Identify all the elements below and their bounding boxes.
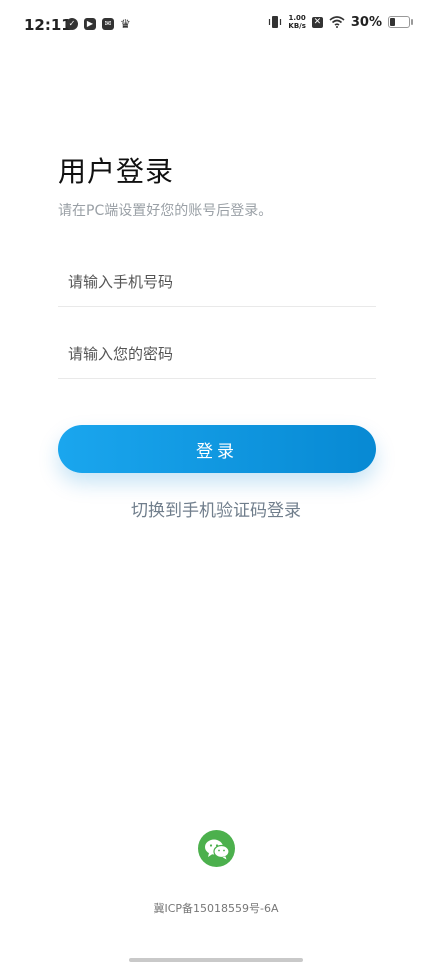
- battery-percent: 30%: [350, 14, 382, 30]
- crown-notification-icon: ♛: [120, 17, 131, 31]
- network-speed-unit: KB/s: [288, 22, 306, 30]
- wechat-icon: [204, 839, 230, 859]
- mail-notification-icon: ✉: [102, 18, 114, 30]
- home-indicator[interactable]: [129, 958, 303, 962]
- status-right: 1.00 KB/s ✕ 30%: [268, 14, 413, 30]
- network-speed-value: 1.00: [288, 14, 306, 22]
- network-speed: 1.00 KB/s: [288, 14, 305, 30]
- password-field: [58, 330, 376, 379]
- play-notification-icon: ▶: [84, 18, 96, 30]
- page-subtitle: 请在PC端设置好您的账号后登录。: [58, 203, 273, 219]
- password-input[interactable]: [58, 330, 376, 378]
- battery-fill: [390, 18, 396, 26]
- status-time: 12:11: [24, 16, 72, 34]
- status-bar: 12:11 ✓ ▶ ✉ ♛ 1.00 KB/s ✕ 30%: [0, 0, 432, 52]
- page-title: 用户登录: [58, 155, 175, 188]
- wifi-icon: [329, 16, 345, 28]
- wechat-login-button[interactable]: [198, 830, 235, 867]
- switch-to-sms-login-link[interactable]: 切换到手机验证码登录: [0, 496, 432, 521]
- login-button[interactable]: 登录: [58, 425, 376, 473]
- battery-icon: [388, 16, 413, 28]
- check-notification-icon: ✓: [66, 18, 78, 30]
- icp-license-text: 冀ICP备15018559号-6A: [153, 902, 279, 915]
- notification-icons: ✓ ▶ ✉ ♛: [66, 18, 131, 30]
- login-page: 12:11 ✓ ▶ ✉ ♛ 1.00 KB/s ✕ 30% 用户登录 请在PC端…: [0, 0, 432, 964]
- vibrate-icon: [269, 16, 282, 28]
- phone-field: [58, 258, 376, 307]
- no-sim-icon: ✕: [311, 16, 323, 28]
- phone-input[interactable]: [58, 258, 376, 306]
